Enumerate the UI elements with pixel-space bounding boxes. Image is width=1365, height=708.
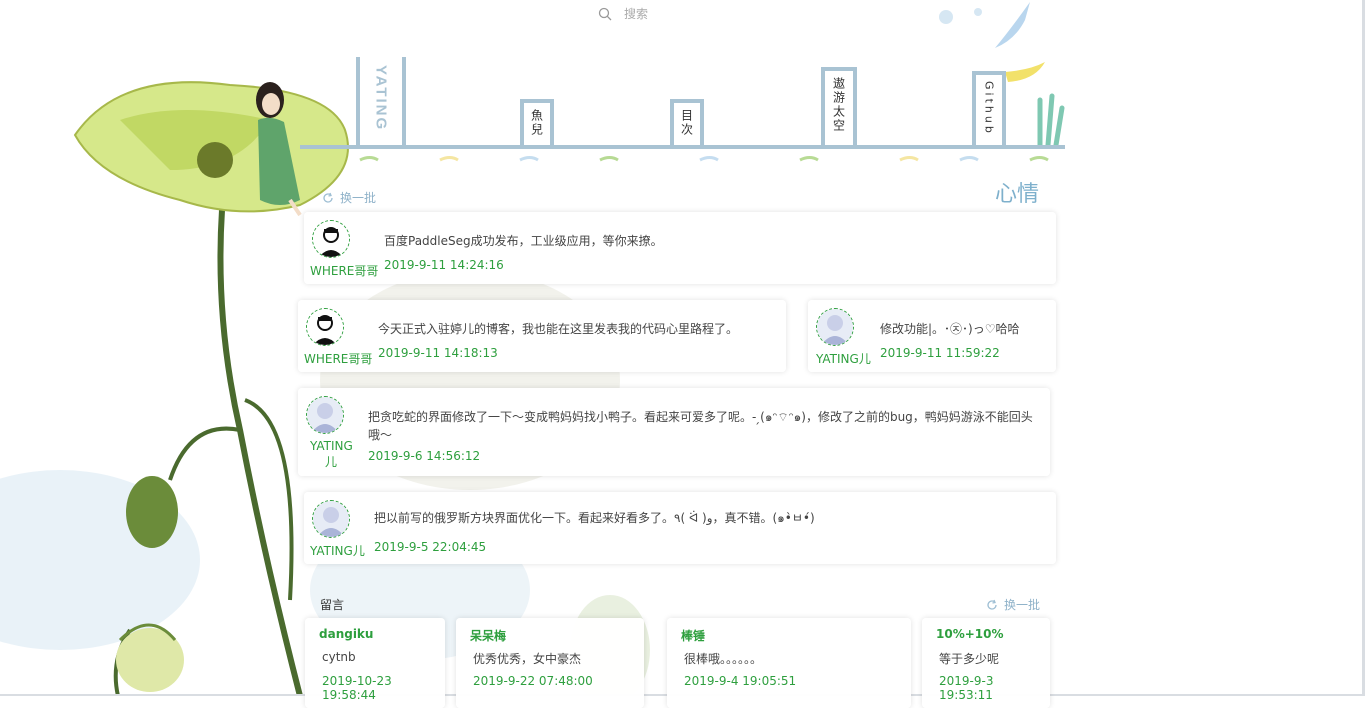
message-text: 优秀优秀，女中豪杰 xyxy=(473,652,582,666)
avatar[interactable] xyxy=(312,500,350,538)
message-time: 2019-9-3 19:53:11 xyxy=(939,674,994,702)
post-content: 百度PaddleSeg成功发布，工业级应用，等你来撩。 xyxy=(384,234,663,248)
message-author: 10%+10% xyxy=(936,627,1004,641)
mood-card: YATING儿 把贪吃蛇的界面修改了一下～变成鸭妈妈找小鸭子。看起来可爱多了呢。… xyxy=(298,388,1050,476)
message-card[interactable]: 棒锤 很棒哦。。。。。。 2019-9-4 19:05:51 xyxy=(667,618,911,708)
tab-github[interactable]: Github xyxy=(972,71,1006,149)
post-content: 把贪吃蛇的界面修改了一下～变成鸭妈妈找小鸭子。看起来可爱多了呢。- ̗(๑ᵔ⌔ᵔ… xyxy=(368,410,1033,442)
nav-baseline xyxy=(300,145,1065,149)
brand-label: YATING xyxy=(372,65,390,132)
search-input[interactable] xyxy=(622,6,746,22)
tab-label: 魚兒 xyxy=(529,109,544,137)
post-content: 今天正式入驻婷儿的博客，我也能在这里发表我的代码心里路程了。 xyxy=(378,322,739,336)
tab-fish[interactable]: 魚兒 xyxy=(520,99,554,149)
mood-card: WHERE哥哥 今天正式入驻婷儿的博客，我也能在这里发表我的代码心里路程了。 2… xyxy=(298,300,786,372)
refresh-icon xyxy=(987,599,997,610)
author-name[interactable]: WHERE哥哥 xyxy=(304,350,372,367)
message-text: 很棒哦。。。。。。 xyxy=(684,652,763,666)
message-time: 2019-9-4 19:05:51 xyxy=(684,674,797,688)
post-time: 2019-9-11 14:18:13 xyxy=(378,346,498,360)
message-author: 呆呆梅 xyxy=(470,629,507,643)
messages-title: 留言 xyxy=(320,598,345,612)
tab-label: Github xyxy=(982,81,996,136)
mood-refresh-button[interactable]: 换一批 xyxy=(322,189,376,206)
search-icon[interactable] xyxy=(598,7,612,21)
refresh-label: 换一批 xyxy=(1004,598,1041,612)
message-card[interactable]: 10%+10% 等于多少呢 2019-9-3 19:53:11 xyxy=(922,618,1050,708)
message-card[interactable]: dangiku cytnb 2019-10-23 19:58:44 xyxy=(305,618,445,708)
message-author: 棒锤 xyxy=(681,629,706,643)
avatar[interactable] xyxy=(312,220,350,258)
tab-contents[interactable]: 目次 xyxy=(670,99,704,149)
tab-space[interactable]: 遨游太空 xyxy=(821,67,857,149)
message-text: 等于多少呢 xyxy=(939,652,1000,666)
refresh-label: 换一批 xyxy=(340,191,377,205)
avatar[interactable] xyxy=(816,308,854,346)
post-content: 把以前写的俄罗斯方块界面优化一下。看起来好看多了。٩( ᐛ )و，真不错。(๑•… xyxy=(374,511,815,525)
post-time: 2019-9-6 14:56:12 xyxy=(368,449,481,463)
refresh-icon xyxy=(323,192,333,203)
message-author: dangiku xyxy=(319,627,374,641)
messages-refresh-button[interactable]: 换一批 xyxy=(986,596,1040,613)
post-time: 2019-9-5 22:04:45 xyxy=(374,540,487,554)
message-card[interactable]: 呆呆梅 优秀优秀，女中豪杰 2019-9-22 07:48:00 xyxy=(456,618,644,708)
mood-title: 心情 xyxy=(995,182,1040,207)
post-time: 2019-9-11 11:59:22 xyxy=(880,346,1000,360)
tab-label: 遨游太空 xyxy=(831,77,846,133)
search-bar xyxy=(598,6,746,22)
message-text: cytnb xyxy=(322,650,356,664)
avatar[interactable] xyxy=(306,396,344,434)
nav-brand[interactable]: YATING xyxy=(356,57,406,145)
mood-card: YATING儿 把以前写的俄罗斯方块界面优化一下。看起来好看多了。٩( ᐛ )و… xyxy=(304,492,1056,564)
mood-card: WHERE哥哥 百度PaddleSeg成功发布，工业级应用，等你来撩。 2019… xyxy=(304,212,1056,284)
tab-label: 目次 xyxy=(679,109,694,137)
author-name[interactable]: YATING儿 xyxy=(816,350,871,367)
author-name[interactable]: YATING儿 xyxy=(310,542,365,559)
post-content: 修改功能|。･㉨･)っ♡哈哈 xyxy=(880,322,1020,336)
post-time: 2019-9-11 14:24:16 xyxy=(384,258,504,272)
message-time: 2019-10-23 19:58:44 xyxy=(322,674,392,702)
mood-card: YATING儿 修改功能|。･㉨･)っ♡哈哈 2019-9-11 11:59:2… xyxy=(808,300,1056,372)
avatar[interactable] xyxy=(306,308,344,346)
message-time: 2019-9-22 07:48:00 xyxy=(473,674,593,688)
author-name[interactable]: YATING儿 xyxy=(310,438,353,470)
author-name[interactable]: WHERE哥哥 xyxy=(310,262,378,279)
